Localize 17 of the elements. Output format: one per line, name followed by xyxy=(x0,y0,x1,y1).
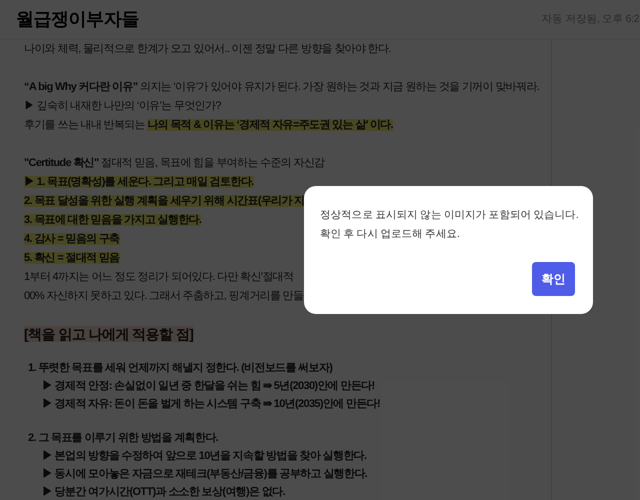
confirm-button[interactable]: 확인 xyxy=(532,262,575,296)
text-line: ▶ 경제적 안정: 손실없이 일년 중 한달을 쉬는 힘 ⇛ 5년(2030)안에 만든다! xyxy=(41,379,374,394)
text-line: 1부터 4까지는 어느 정도 정리가 되어있다. 다만 확신'절대적 xyxy=(23,270,294,285)
text-line: 1. 뚜렷한 목표를 세워 언제까지 해낼지 정한다. (비전보드를 써보자) xyxy=(27,361,332,376)
text-line: 나이와 체력, 물리적으로 한계가 오고 있어서.. 이젠 정말 다른 방향을 찾아야 한다. xyxy=(23,42,391,57)
text-line: ▶ 깊숙히 내재한 나만의 ‘이유’는 무엇인가? xyxy=(23,99,221,114)
text-line: ▶ 본업의 방향을 수정하여 앞으로 10년을 지속할 방법을 찾아 실행한다. xyxy=(41,449,366,464)
dialog-message: 확인 후 다시 업로드해 주세요. xyxy=(320,227,460,242)
app-title: 월급쟁이부자들 xyxy=(16,8,139,31)
text-line: "Certitude 확신" 절대적 믿음, 목표에 힘을 부여하는 수준의 자신감 xyxy=(23,156,325,171)
text-line: ▶ 동시에 모아놓은 자금으로 재테크(부동산/금융)를 공부하고 실행한다. xyxy=(41,467,368,482)
text-line: ▶ 당분간 여가시간(OTT)과 소소한 보상(여행)은 없다. xyxy=(41,485,285,500)
text-line: “A big Why 커다란 이유” 의지는 ‘이유’가 있어야 유지가 된다. 가장 원하는 것과 지금 원하는 것을 기꺼이 맞바꿔라. xyxy=(23,80,540,95)
text-line: ▶ 경제적 자유: 돈이 돈을 벌게 하는 시스템 구축 ⇛ 10년(2035)안에 만든다! xyxy=(41,397,380,412)
dialog-message: 정상적으로 표시되지 않는 이미지가 포함되어 있습니다. xyxy=(320,208,578,223)
text-line: 00% 자신하지 못하고 있다. 그래서 주춤하고, 핑계거리를 만들 xyxy=(23,289,304,304)
text-line: 2. 그 목표를 이루기 위한 방법을 계획한다. xyxy=(27,431,218,446)
